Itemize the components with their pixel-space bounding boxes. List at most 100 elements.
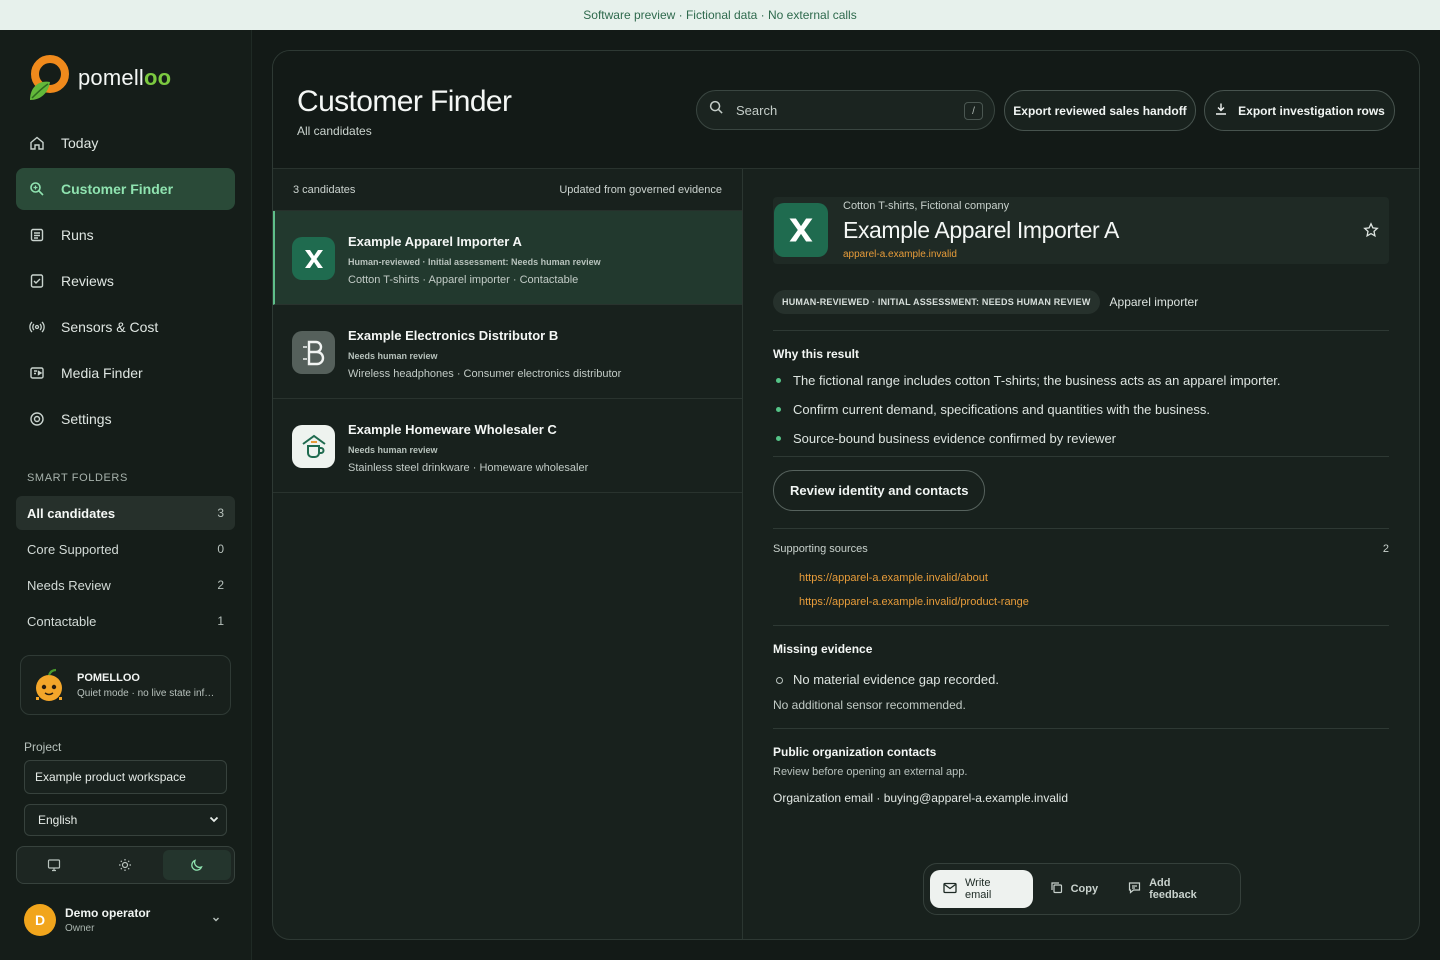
b-logo-icon <box>292 331 335 374</box>
add-feedback-button[interactable]: Add feedback <box>1115 870 1234 908</box>
folder-needs-review[interactable]: Needs Review 2 <box>16 568 235 602</box>
folder-all-candidates[interactable]: All candidates 3 <box>16 496 235 530</box>
export-rows-button[interactable]: Export investigation rows <box>1204 90 1395 131</box>
contact-line: Organization email · buying@apparel-a.ex… <box>773 791 1069 805</box>
nav-customer-finder[interactable]: Customer Finder <box>16 168 235 210</box>
source-link[interactable]: https://apparel-a.example.invalid/about <box>799 572 1389 596</box>
nav-runs[interactable]: Runs <box>16 214 235 256</box>
detail-company-name: Example Apparel Importer A <box>843 217 1119 243</box>
monitor-icon[interactable] <box>20 850 88 880</box>
copy-icon <box>1050 881 1063 897</box>
nav-label: Media Finder <box>61 365 143 381</box>
language-select[interactable]: English <box>24 804 227 836</box>
mascot-subtitle: Quiet mode · no live state information <box>77 687 219 699</box>
nav-reviews[interactable]: Reviews <box>16 260 235 302</box>
folder-count: 1 <box>217 614 224 628</box>
list-header: 3 candidates Updated from governed evide… <box>273 169 742 211</box>
folder-label: Core Supported <box>27 541 119 557</box>
list-item[interactable]: Example Homeware Wholesaler C Needs huma… <box>273 399 742 493</box>
list-item[interactable]: Example Electronics Distributor B Needs … <box>273 305 742 399</box>
contacts-title: Public organization contacts <box>773 745 937 759</box>
candidate-tags: Wireless headphones · Consumer electroni… <box>348 368 622 380</box>
mascot-title: POMELLOO <box>77 671 140 684</box>
candidate-status: Human-reviewed · Initial assessment: Nee… <box>348 257 601 267</box>
contacts-note: Review before opening an external app. <box>773 766 968 778</box>
folder-core-supported[interactable]: Core Supported 0 <box>16 532 235 566</box>
brand-logo[interactable]: pomelloo <box>26 52 171 104</box>
project-label: Project <box>24 740 62 754</box>
cup-logo-icon <box>292 425 335 468</box>
project-field[interactable]: Example product workspace <box>24 760 227 794</box>
candidate-status: Needs human review <box>348 351 438 361</box>
detail-domain-link[interactable]: apparel-a.example.invalid <box>843 249 957 260</box>
nav-label: Reviews <box>61 273 114 289</box>
nav-today[interactable]: Today <box>16 122 235 164</box>
folder-count: 3 <box>217 506 224 520</box>
search-icon <box>28 180 46 198</box>
nav-media-finder[interactable]: Media Finder <box>16 352 235 394</box>
mail-icon <box>943 882 957 897</box>
moon-icon[interactable] <box>162 850 231 880</box>
review-identity-button[interactable]: Review identity and contacts <box>773 470 986 511</box>
smart-folders-title: SMART FOLDERS <box>27 472 128 484</box>
button-label: Write email <box>965 877 992 901</box>
clipboard-check-icon <box>28 272 46 290</box>
nav-label: Customer Finder <box>61 181 174 197</box>
folder-contactable[interactable]: Contactable 1 <box>16 604 235 638</box>
list-item: Confirm current demand, specifications a… <box>773 402 1389 431</box>
folder-count: 0 <box>217 542 224 556</box>
candidate-tags: Stainless steel drinkware · Homeware who… <box>348 462 589 474</box>
page-subtitle: All candidates <box>297 124 372 138</box>
source-link[interactable]: https://apparel-a.example.invalid/produc… <box>799 596 1389 620</box>
sidebar: pomelloo Today Customer Finder Runs Revi… <box>0 30 252 960</box>
pomelloo-logo-icon <box>26 52 70 104</box>
page-title: Customer Finder <box>297 85 512 118</box>
preview-banner: Software preview · Fictional data · No e… <box>0 0 1440 30</box>
folder-label: All candidates <box>27 505 116 521</box>
candidate-tags: Cotton T-shirts · Apparel importer · Con… <box>348 274 579 286</box>
gear-icon <box>28 410 46 428</box>
chevron-down-icon <box>211 914 221 927</box>
write-email-button[interactable]: Write email <box>930 870 1033 908</box>
user-menu[interactable]: D Demo operator Owner <box>24 898 227 942</box>
x-logo-icon <box>292 237 335 280</box>
folder-label: Contactable <box>27 613 97 629</box>
copy-button[interactable]: Copy <box>1037 870 1112 908</box>
home-icon <box>28 134 46 152</box>
avatar: D <box>24 904 56 936</box>
button-label: Add feedback <box>1149 877 1197 901</box>
star-icon[interactable] <box>1363 222 1379 243</box>
nav-sensors-cost[interactable]: Sensors & Cost <box>16 306 235 348</box>
language-value: English <box>38 813 78 827</box>
missing-title: Missing evidence <box>773 642 873 656</box>
mascot-card[interactable]: POMELLOO Quiet mode · no live state info… <box>20 655 231 715</box>
page-header: Customer Finder All candidates Search / … <box>273 51 1419 169</box>
nav-label: Today <box>61 135 99 151</box>
search-input[interactable]: Search / <box>696 90 995 130</box>
sources-title: Supporting sources <box>773 543 868 555</box>
chevron-down-icon <box>208 813 220 828</box>
contacts-section: Public organization contacts Review befo… <box>773 729 1389 805</box>
status-badge: HUMAN-REVIEWED · INITIAL ASSESSMENT: NEE… <box>773 290 1100 314</box>
list-item[interactable]: Example Apparel Importer A Human-reviewe… <box>273 211 742 305</box>
candidate-status: Needs human review <box>348 445 438 455</box>
detail-category: Cotton T-shirts, Fictional company <box>843 200 1010 212</box>
user-role: Owner <box>65 923 95 934</box>
button-label: Export investigation rows <box>1238 103 1385 118</box>
list-item: No material evidence gap recorded. <box>773 672 1389 696</box>
signal-icon <box>28 318 46 336</box>
x-logo-icon <box>774 203 828 257</box>
list-item: Source-bound business evidence confirmed… <box>773 431 1389 460</box>
candidate-count: 3 candidates <box>293 183 356 196</box>
nav-settings[interactable]: Settings <box>16 398 235 440</box>
candidate-detail: Cotton T-shirts, Fictional company Examp… <box>773 197 1389 805</box>
sun-icon[interactable] <box>91 850 159 880</box>
status-row: HUMAN-REVIEWED · INITIAL ASSESSMENT: NEE… <box>773 290 1389 314</box>
detail-header: Cotton T-shirts, Fictional company Examp… <box>773 197 1389 264</box>
main-nav: Today Customer Finder Runs Reviews Senso… <box>16 122 235 444</box>
sources-section: Supporting sources 2 https://apparel-a.e… <box>773 529 1389 625</box>
user-name: Demo operator <box>65 906 151 920</box>
theme-switcher <box>16 846 235 884</box>
export-handoff-button[interactable]: Export reviewed sales handoff <box>1004 90 1196 131</box>
smart-folders: All candidates 3 Core Supported 0 Needs Re… <box>16 496 235 640</box>
